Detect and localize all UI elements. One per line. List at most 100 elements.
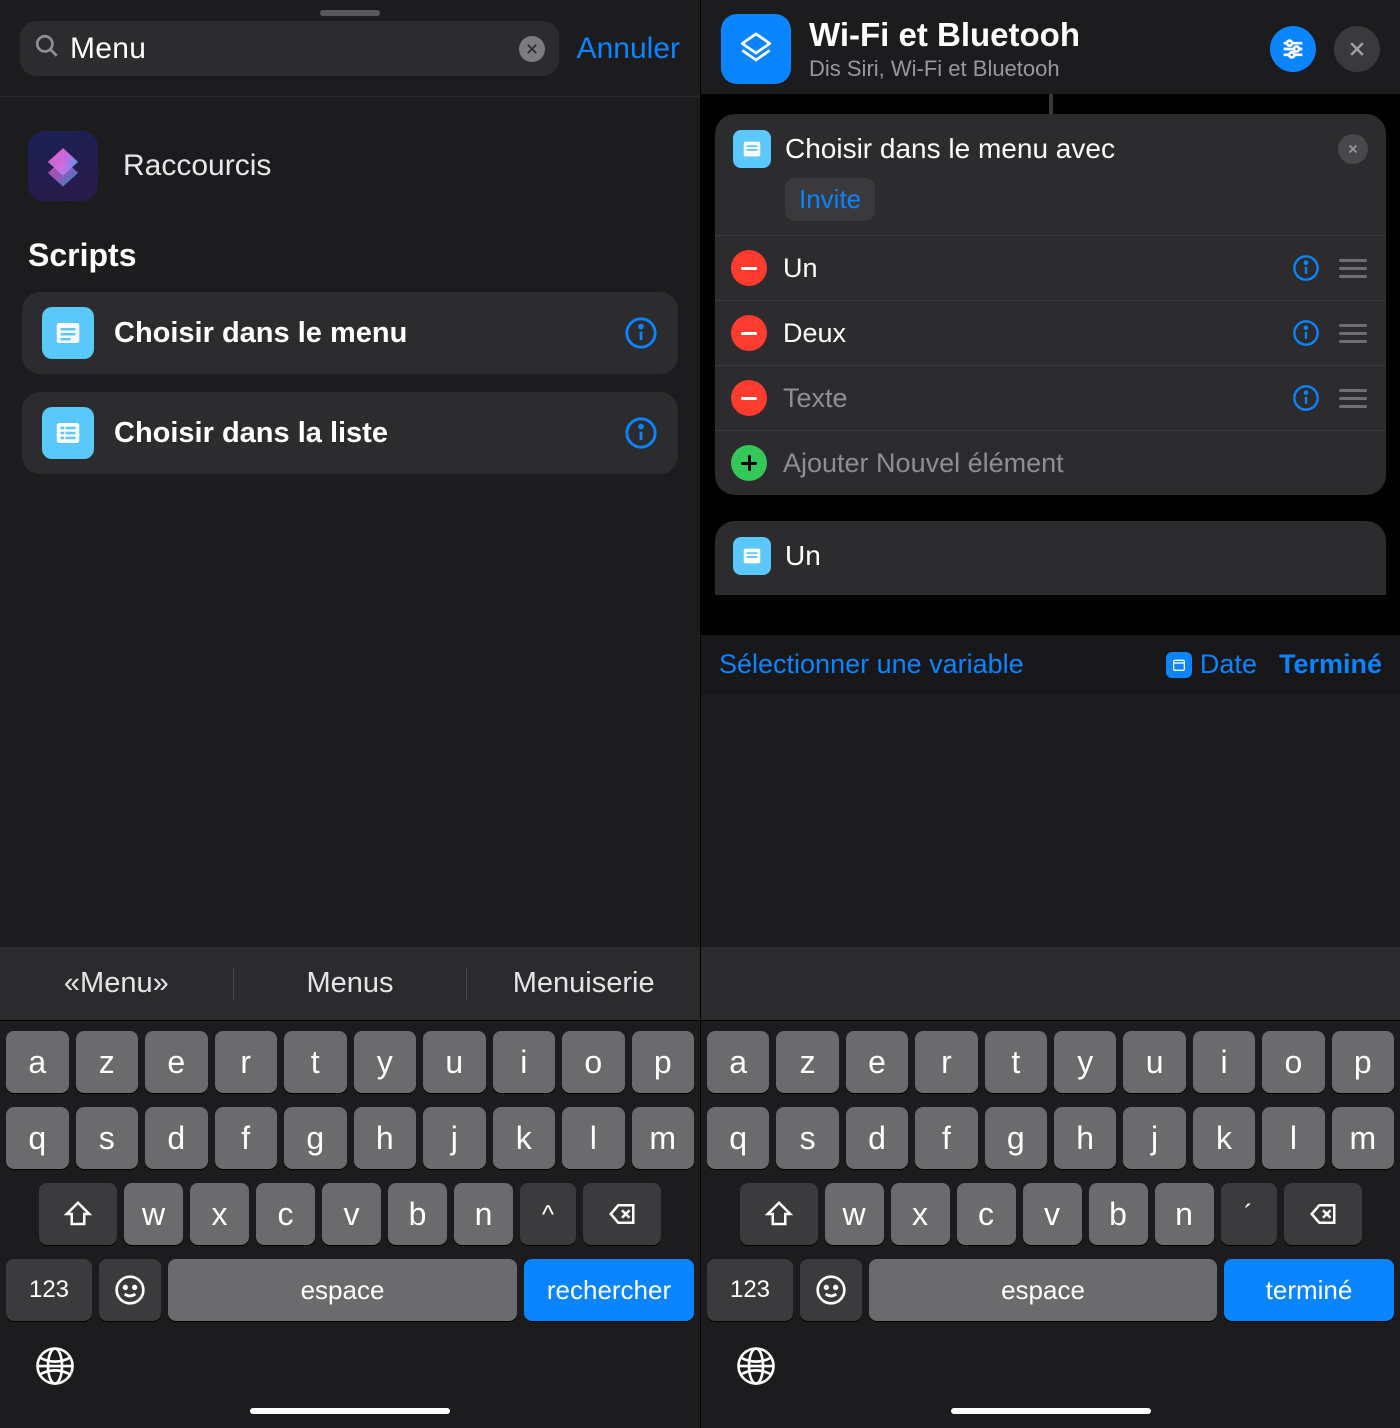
- key-n[interactable]: n: [454, 1183, 513, 1245]
- cancel-button[interactable]: Annuler: [577, 32, 680, 66]
- key-l[interactable]: l: [1262, 1107, 1324, 1169]
- info-icon[interactable]: [1292, 384, 1320, 412]
- key-t[interactable]: t: [985, 1031, 1047, 1093]
- key-b[interactable]: b: [1089, 1183, 1148, 1245]
- key-e[interactable]: e: [846, 1031, 908, 1093]
- numbers-key[interactable]: 123: [6, 1259, 92, 1321]
- drag-handle-icon[interactable]: [1336, 324, 1370, 343]
- accent-key[interactable]: ´: [1221, 1183, 1277, 1245]
- suggestion[interactable]: Menuiserie: [466, 967, 700, 1000]
- emoji-key[interactable]: [99, 1259, 161, 1321]
- info-icon[interactable]: [1292, 254, 1320, 282]
- key-p[interactable]: p: [1332, 1031, 1394, 1093]
- key-v[interactable]: v: [322, 1183, 381, 1245]
- search-key[interactable]: rechercher: [524, 1259, 694, 1321]
- menu-add-row[interactable]: Ajouter Nouvel élément: [715, 431, 1386, 495]
- action-card-branch[interactable]: Un: [715, 521, 1386, 595]
- key-z[interactable]: z: [76, 1031, 139, 1093]
- key-e[interactable]: e: [145, 1031, 208, 1093]
- key-q[interactable]: q: [707, 1107, 769, 1169]
- space-key[interactable]: espace: [168, 1259, 517, 1321]
- home-indicator[interactable]: [951, 1408, 1151, 1414]
- option-label[interactable]: Deux: [783, 318, 1276, 349]
- key-a[interactable]: a: [6, 1031, 69, 1093]
- key-u[interactable]: u: [423, 1031, 486, 1093]
- key-o[interactable]: o: [1262, 1031, 1324, 1093]
- date-chip[interactable]: Date: [1166, 649, 1257, 680]
- delete-key[interactable]: [1284, 1183, 1362, 1245]
- key-r[interactable]: r: [215, 1031, 278, 1093]
- key-w[interactable]: w: [825, 1183, 884, 1245]
- key-s[interactable]: s: [776, 1107, 838, 1169]
- key-y[interactable]: y: [354, 1031, 417, 1093]
- action-choose-menu[interactable]: Choisir dans le menu: [22, 292, 678, 374]
- numbers-key[interactable]: 123: [707, 1259, 793, 1321]
- action-choose-list[interactable]: Choisir dans la liste: [22, 392, 678, 474]
- key-j[interactable]: j: [423, 1107, 486, 1169]
- key-m[interactable]: m: [1332, 1107, 1394, 1169]
- shift-key[interactable]: [39, 1183, 117, 1245]
- key-i[interactable]: i: [493, 1031, 556, 1093]
- key-y[interactable]: y: [1054, 1031, 1116, 1093]
- key-c[interactable]: c: [957, 1183, 1016, 1245]
- remove-icon[interactable]: [731, 250, 767, 286]
- card-close-icon[interactable]: [1338, 134, 1368, 164]
- select-variable-button[interactable]: Sélectionner une variable: [719, 649, 1024, 680]
- space-key[interactable]: espace: [869, 1259, 1217, 1321]
- add-icon[interactable]: [731, 445, 767, 481]
- option-label[interactable]: Un: [783, 253, 1276, 284]
- key-g[interactable]: g: [284, 1107, 347, 1169]
- delete-key[interactable]: [583, 1183, 661, 1245]
- sheet-grabber[interactable]: [320, 10, 380, 16]
- home-indicator[interactable]: [250, 1408, 450, 1414]
- search-box[interactable]: [20, 21, 559, 76]
- suggestion[interactable]: «Menu»: [0, 967, 233, 1000]
- key-f[interactable]: f: [915, 1107, 977, 1169]
- info-icon[interactable]: [624, 316, 658, 350]
- key-l[interactable]: l: [562, 1107, 625, 1169]
- key-x[interactable]: x: [891, 1183, 950, 1245]
- key-i[interactable]: i: [1193, 1031, 1255, 1093]
- key-w[interactable]: w: [124, 1183, 183, 1245]
- key-s[interactable]: s: [76, 1107, 139, 1169]
- action-card-menu[interactable]: Choisir dans le menu avec Invite Un Deux: [715, 114, 1386, 495]
- suggestion[interactable]: Menus: [233, 967, 467, 1000]
- info-icon[interactable]: [624, 416, 658, 450]
- key-h[interactable]: h: [1054, 1107, 1116, 1169]
- key-h[interactable]: h: [354, 1107, 417, 1169]
- search-input[interactable]: [70, 32, 509, 66]
- prompt-token[interactable]: Invite: [785, 178, 875, 221]
- remove-icon[interactable]: [731, 380, 767, 416]
- settings-button[interactable]: [1270, 26, 1316, 72]
- key-p[interactable]: p: [632, 1031, 695, 1093]
- key-k[interactable]: k: [1193, 1107, 1255, 1169]
- key-d[interactable]: d: [846, 1107, 908, 1169]
- done-button[interactable]: Terminé: [1279, 649, 1382, 680]
- globe-key[interactable]: [6, 1331, 694, 1402]
- globe-key[interactable]: [707, 1331, 1394, 1402]
- key-c[interactable]: c: [256, 1183, 315, 1245]
- remove-icon[interactable]: [731, 315, 767, 351]
- clear-search-icon[interactable]: [519, 36, 545, 62]
- editor-canvas[interactable]: Choisir dans le menu avec Invite Un Deux: [701, 94, 1400, 694]
- drag-handle-icon[interactable]: [1336, 259, 1370, 278]
- shift-key[interactable]: [740, 1183, 818, 1245]
- key-j[interactable]: j: [1123, 1107, 1185, 1169]
- key-g[interactable]: g: [985, 1107, 1047, 1169]
- done-key[interactable]: terminé: [1224, 1259, 1394, 1321]
- key-z[interactable]: z: [776, 1031, 838, 1093]
- close-button[interactable]: [1334, 26, 1380, 72]
- key-m[interactable]: m: [632, 1107, 695, 1169]
- accent-key[interactable]: ^: [520, 1183, 576, 1245]
- key-v[interactable]: v: [1023, 1183, 1082, 1245]
- key-t[interactable]: t: [284, 1031, 347, 1093]
- key-o[interactable]: o: [562, 1031, 625, 1093]
- key-q[interactable]: q: [6, 1107, 69, 1169]
- key-d[interactable]: d: [145, 1107, 208, 1169]
- key-r[interactable]: r: [915, 1031, 977, 1093]
- app-row[interactable]: Raccourcis: [0, 97, 700, 237]
- key-f[interactable]: f: [215, 1107, 278, 1169]
- info-icon[interactable]: [1292, 319, 1320, 347]
- drag-handle-icon[interactable]: [1336, 389, 1370, 408]
- key-b[interactable]: b: [388, 1183, 447, 1245]
